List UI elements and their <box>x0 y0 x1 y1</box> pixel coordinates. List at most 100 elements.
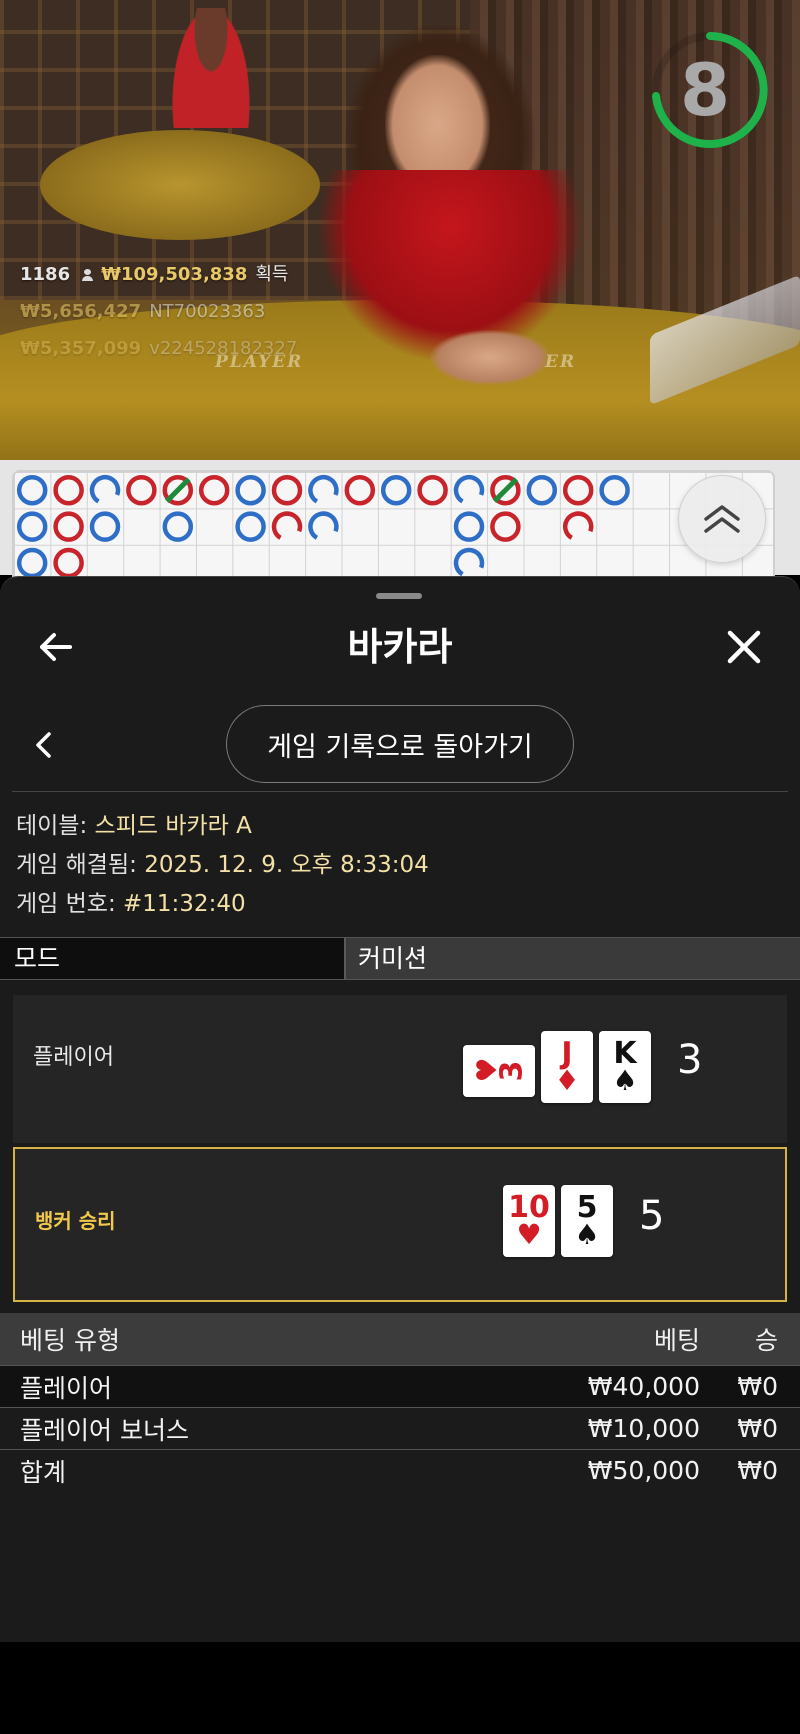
table-info: 테이블: 스피드 바카라 A <box>16 807 429 846</box>
total-payout: ₩109,503,838 <box>101 264 248 285</box>
player-count: 1186 <box>20 264 71 285</box>
playing-card: 5 ♠ <box>561 1185 613 1257</box>
player-bead <box>89 511 121 542</box>
chevron-left-icon[interactable] <box>30 729 58 761</box>
payout-suffix: 획득 <box>255 264 289 285</box>
background-dealer <box>172 8 250 128</box>
banker-bead <box>53 547 84 578</box>
bet-amount: ₩40,000 <box>587 1372 700 1401</box>
win-amount: ₩0 <box>737 1414 778 1443</box>
bet-amount: ₩10,000 <box>587 1414 700 1443</box>
history-nav: 게임 기록으로 돌아가기 <box>0 705 800 785</box>
players-row: 1186 ₩109,503,838 획득 <box>20 256 297 293</box>
live-video-feed: PLAYER ER 8 1186 ₩109,503,838 획득 ₩5,656,… <box>0 0 800 460</box>
table-banker-label: ER <box>545 352 577 372</box>
banker-bead <box>53 511 84 542</box>
banker-bead <box>490 511 521 542</box>
banker-bead <box>417 474 448 506</box>
game-number-info: 게임 번호: #11:32:40 <box>16 885 429 924</box>
playing-card: ♥ 3 <box>463 1045 535 1097</box>
recent-win-amount: ₩5,357,099 <box>20 338 142 359</box>
sheet-title: 바카라 <box>347 625 453 669</box>
recent-win-row: ₩5,357,099 v224528182327 <box>20 330 297 367</box>
bet-type: 플레이어 보너스 <box>20 1415 189 1445</box>
table-value: 스피드 바카라 A <box>94 813 252 839</box>
bet-amount: ₩50,000 <box>587 1456 700 1485</box>
banker-bead <box>53 474 84 506</box>
banker-bead <box>126 474 157 506</box>
win-amount: ₩0 <box>737 1372 778 1401</box>
expand-roadmap-button[interactable] <box>678 475 766 563</box>
player-bead <box>599 474 630 506</box>
bets-table-header: 베팅 유형 베팅 승 <box>0 1313 800 1365</box>
banker-bead <box>271 474 303 506</box>
banker-hand-label: 뱅커 승리 <box>35 1209 116 1233</box>
table-row-total: 합계 ₩50,000 ₩0 <box>0 1449 800 1491</box>
player-bead <box>526 474 558 506</box>
bet-type: 합계 <box>20 1457 67 1487</box>
playing-card: 10 ♥ <box>503 1185 555 1257</box>
card-suit: ♥ <box>516 1218 542 1251</box>
card-suit: ♠ <box>574 1218 600 1251</box>
table-row: 플레이어 보너스 ₩10,000 ₩0 <box>0 1407 800 1449</box>
bead-road[interactable] <box>12 470 775 580</box>
background-table <box>40 130 320 240</box>
player-bead <box>380 474 412 506</box>
player-bead <box>308 474 339 506</box>
player-bead <box>16 474 48 506</box>
player-bead <box>235 511 266 542</box>
player-bead <box>16 511 48 542</box>
recent-win-amount: ₩5,656,427 <box>20 301 142 322</box>
countdown-timer: 8 <box>679 48 731 132</box>
banker-hand-total: 5 <box>639 1193 665 1239</box>
banker-bead <box>198 474 230 506</box>
close-icon[interactable] <box>724 627 764 667</box>
divider <box>12 791 788 792</box>
player-bead <box>453 547 485 578</box>
game-number-value: #11:32:40 <box>123 891 246 917</box>
player-bead <box>16 547 48 578</box>
player-hand-total: 3 <box>677 1037 703 1083</box>
player-bead <box>308 511 339 542</box>
player-bead <box>89 474 121 506</box>
sheet-header: 바카라 <box>0 607 800 687</box>
bet-type-header: 베팅 유형 <box>20 1326 120 1355</box>
back-arrow-icon[interactable] <box>36 627 76 667</box>
resolved-info: 게임 해결됨: 2025. 12. 9. 오후 8:33:04 <box>16 846 429 885</box>
player-bead <box>453 511 485 542</box>
banker-bead <box>271 511 303 542</box>
game-detail-sheet: 바카라 게임 기록으로 돌아가기 테이블: 스피드 바카라 A 게임 해결됨: … <box>0 576 800 1642</box>
person-icon <box>82 268 94 281</box>
bets-table: 베팅 유형 베팅 승 플레이어 ₩40,000 ₩0 플레이어 보너스 ₩10,… <box>0 1313 800 1491</box>
card-suit: ♠ <box>612 1064 638 1097</box>
playing-card: K ♠ <box>599 1031 651 1103</box>
resolved-value: 2025. 12. 9. 오후 8:33:04 <box>144 852 429 878</box>
mode-label: 모드 <box>0 938 346 979</box>
mode-value: 커미션 <box>346 938 800 979</box>
win-amount-header: 승 <box>754 1326 778 1355</box>
double-chevron-up-icon <box>704 505 740 533</box>
player-bead <box>453 474 485 506</box>
back-to-history-button[interactable]: 게임 기록으로 돌아가기 <box>226 705 574 783</box>
dealer-hands <box>430 330 550 385</box>
resolved-label: 게임 해결됨: <box>16 852 137 878</box>
player-hand: 플레이어 ♥ 3 J ♦ K ♠ 3 <box>13 995 787 1143</box>
card-rank: 3 <box>494 1060 530 1082</box>
banker-hand: 뱅커 승리 10 ♥ 5 ♠ 5 <box>13 1147 787 1302</box>
mode-row: 모드 커미션 <box>0 937 800 980</box>
live-stats: 1186 ₩109,503,838 획득 ₩5,656,427 NT700233… <box>20 256 297 367</box>
win-amount: ₩0 <box>737 1456 778 1485</box>
table-row: 플레이어 ₩40,000 ₩0 <box>0 1365 800 1407</box>
game-number-label: 게임 번호: <box>16 891 116 917</box>
card-suit: ♦ <box>554 1064 580 1097</box>
banker-bead <box>344 474 376 506</box>
bead-road-grid <box>16 474 630 578</box>
table-label: 테이블: <box>16 813 88 839</box>
recent-win-row: ₩5,656,427 NT70023363 <box>20 293 297 330</box>
sheet-drag-handle[interactable] <box>376 593 422 599</box>
bottom-safe-area <box>0 1642 800 1734</box>
player-hand-label: 플레이어 <box>33 1045 114 1070</box>
bet-amount-header: 베팅 <box>653 1326 700 1355</box>
recent-win-user: NT70023363 <box>149 301 266 322</box>
recent-win-user: v224528182327 <box>149 338 298 359</box>
